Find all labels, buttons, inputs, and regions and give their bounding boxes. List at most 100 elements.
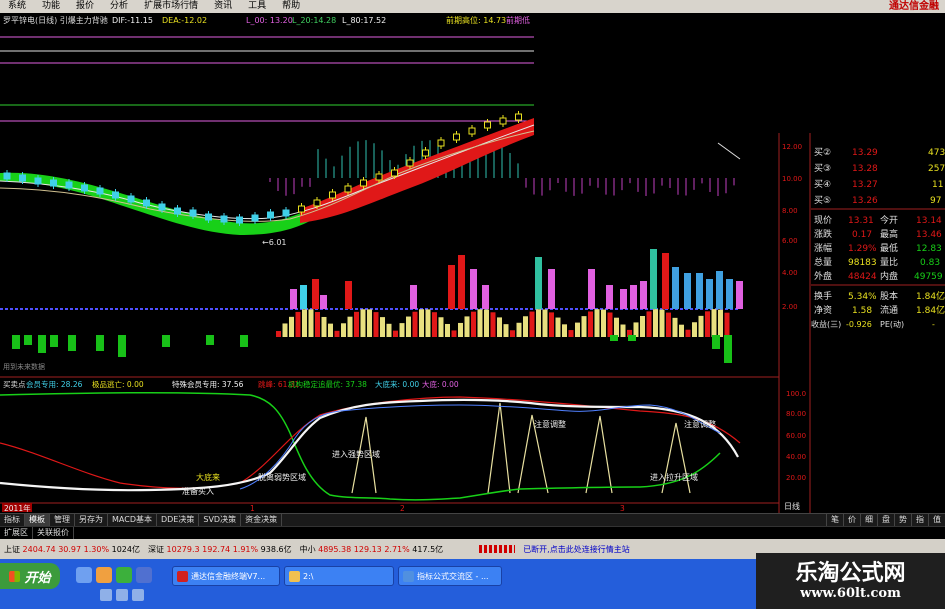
candle-body — [34, 177, 42, 185]
dea-value: DEA:-12.02 — [162, 16, 207, 25]
time-mark-3: 3 — [620, 504, 625, 513]
menu-tools[interactable]: 工具 — [240, 0, 274, 13]
menu-news[interactable]: 资讯 — [206, 0, 240, 13]
indicator-bar — [736, 281, 743, 309]
negative-bar — [240, 335, 248, 347]
candle-body — [313, 199, 321, 207]
taskbar-app-folder[interactable]: 2:\ — [284, 566, 394, 586]
taskbar-app-tdx[interactable]: 通达信金融终端V7... — [172, 566, 280, 586]
volume-bar — [568, 330, 574, 337]
menu-ext-market[interactable]: 扩展市场行情 — [136, 0, 206, 13]
candle-body — [406, 159, 414, 167]
volume-bar — [659, 309, 665, 337]
negative-bar — [38, 335, 46, 353]
tab-manage[interactable]: 管理 — [50, 514, 75, 526]
tab-extension[interactable]: 扩展区 — [0, 527, 33, 539]
candle-body — [158, 203, 166, 211]
volume-bar — [432, 312, 437, 337]
tab-related-quote[interactable]: 关联报价 — [33, 527, 74, 539]
sz-value: 10279.3 — [166, 544, 200, 554]
ind-name: 买卖点 — [3, 380, 26, 389]
start-button[interactable]: 开始 — [0, 563, 60, 589]
indicator-bar — [535, 257, 542, 309]
price-axis-12: 12.00 — [782, 143, 802, 151]
indicator-bar — [706, 279, 713, 309]
menu-quote[interactable]: 报价 — [68, 0, 102, 13]
q-val-high: 13.46 — [916, 230, 942, 240]
browser-icon[interactable] — [116, 567, 132, 583]
volume-bar — [692, 322, 697, 337]
candle-body — [251, 214, 259, 222]
bid2-price: 13.29 — [852, 148, 878, 158]
taskbar-app-tdx-label: 通达信金融终端V7... — [191, 571, 266, 581]
ie-icon[interactable] — [136, 567, 152, 583]
menu-system[interactable]: 系统 — [0, 0, 34, 13]
taskbar-app-forum[interactable]: 指标公式交流区 - ... — [398, 566, 502, 586]
desktop-icon[interactable] — [76, 567, 92, 583]
chart-area[interactable]: 罗平锌电(日线) 引爆主力背驰 DIF:-11.15 DEA:-12.02 L_… — [0, 13, 945, 513]
volume-bar — [575, 322, 580, 337]
tray-icon-3[interactable] — [132, 589, 144, 601]
volume-bar — [458, 322, 463, 337]
tab-zhi[interactable]: 指 — [911, 514, 928, 526]
indicator-bar — [482, 285, 489, 309]
ind-axis-40: 40.00 — [786, 453, 806, 461]
tab-pan[interactable]: 盘 — [877, 514, 894, 526]
folder-icon[interactable] — [96, 567, 112, 583]
tab-template[interactable]: 模板 — [25, 514, 50, 526]
volume-bar — [425, 309, 431, 337]
menu-help[interactable]: 帮助 — [274, 0, 308, 13]
bid2-vol: 473 — [928, 148, 945, 158]
q-val-change: 0.17 — [852, 230, 872, 240]
negative-bar — [610, 335, 618, 341]
bid5-vol: 97 — [930, 196, 941, 206]
volume-bar — [282, 323, 288, 337]
ind-axis-80: 80.00 — [786, 410, 806, 418]
tab-dde[interactable]: DDE决策 — [157, 514, 200, 526]
volume-bar — [685, 329, 691, 337]
tab-xi[interactable]: 细 — [860, 514, 877, 526]
connection-status[interactable]: 已断开,点击此处连接行情主站 — [519, 544, 634, 555]
tab-saveas[interactable]: 另存为 — [75, 514, 108, 526]
watermark-title: 乐淘公式网 — [795, 560, 906, 586]
tab-jia[interactable]: 价 — [843, 514, 860, 526]
sz-change: 192.74 — [202, 544, 231, 554]
indicator-bar — [620, 289, 627, 309]
candle-body — [329, 191, 336, 199]
volume-bar — [724, 312, 730, 337]
tab-fund[interactable]: 资金决策 — [241, 514, 283, 526]
candle-body — [220, 215, 228, 223]
prior-low-label: 前期低 — [506, 15, 530, 25]
indicator-bar — [650, 249, 657, 309]
indicator-tabs: 指标 模板 管理 另存为 MACD基本 DDE决策 SVD决策 资金决策 笔 价… — [0, 513, 945, 526]
candle-body — [205, 213, 212, 221]
tab-macd[interactable]: MACD基本 — [108, 514, 157, 526]
negative-bar — [162, 335, 170, 347]
bid3-label: 买③ — [814, 163, 831, 174]
volume-bar — [536, 309, 541, 337]
menu-analysis[interactable]: 分析 — [102, 0, 136, 13]
negative-bar — [68, 335, 76, 351]
candle-body — [437, 139, 445, 147]
candle-body — [81, 184, 88, 192]
tab-bi[interactable]: 笔 — [826, 514, 843, 526]
chart-title: 罗平锌电(日线) 引爆主力背驰 — [3, 15, 108, 25]
tab-shi[interactable]: 势 — [894, 514, 911, 526]
indicator-bar — [726, 279, 733, 309]
price-axis-8: 8.00 — [782, 207, 798, 215]
tab-svd[interactable]: SVD决策 — [199, 514, 242, 526]
price-axis-2: 2.00 — [782, 303, 798, 311]
tray-icon-1[interactable] — [100, 589, 112, 601]
windows-flag-icon — [9, 570, 21, 582]
tray-icon-2[interactable] — [116, 589, 128, 601]
volume-bar — [438, 317, 444, 337]
candle-body — [189, 209, 197, 217]
prior-high-label: 前期高位: 14.73 — [446, 15, 506, 25]
tab-zhi2[interactable]: 值 — [928, 514, 945, 526]
q-val-netasset: 1.58 — [852, 306, 872, 316]
tab-indicator[interactable]: 指标 — [0, 514, 25, 526]
menu-function[interactable]: 功能 — [34, 0, 68, 13]
volume-bar — [334, 330, 340, 337]
candle-body — [143, 199, 150, 207]
anno-strong-zone: 进入强势区域 — [332, 449, 380, 459]
